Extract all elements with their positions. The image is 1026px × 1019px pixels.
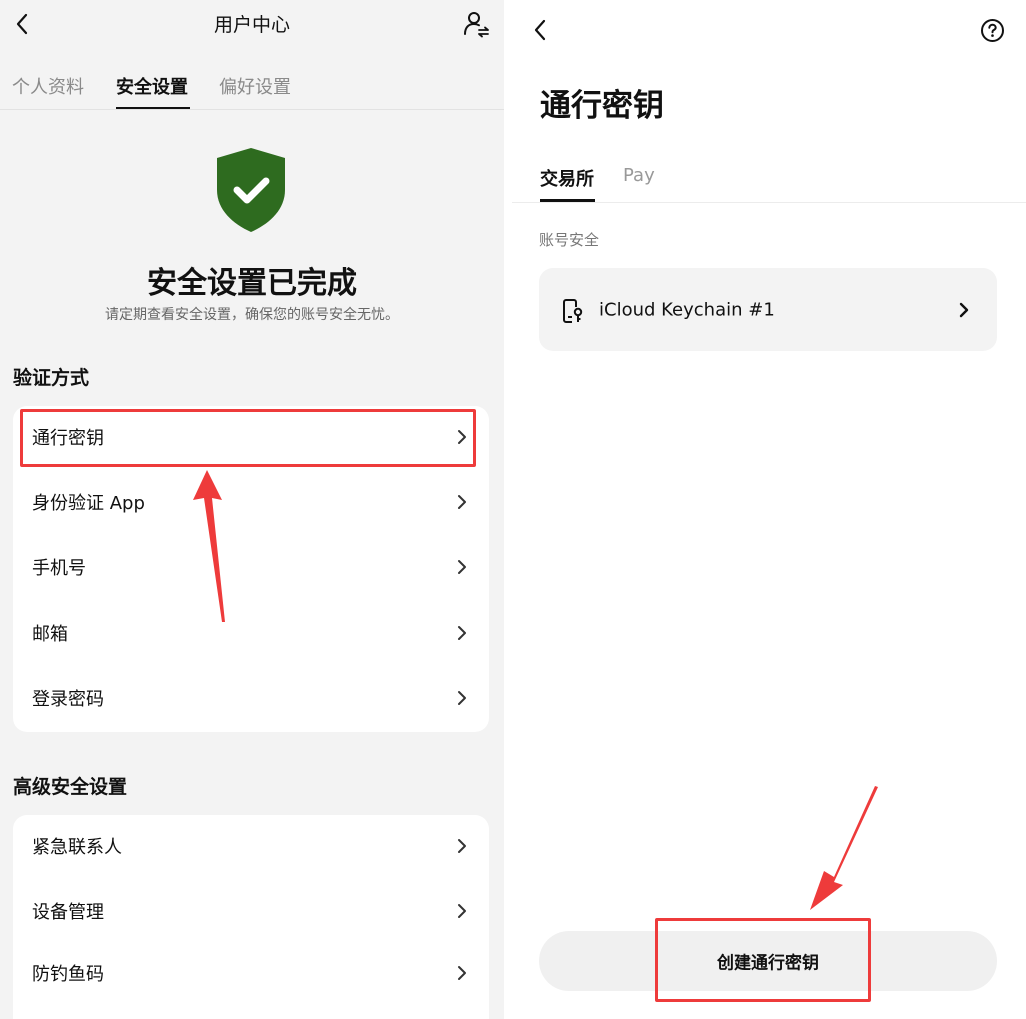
list-item-email[interactable]: 邮箱	[13, 602, 489, 664]
chevron-right-icon	[457, 559, 467, 575]
chevron-right-icon	[457, 965, 467, 981]
tab-preferences[interactable]: 偏好设置	[219, 73, 291, 99]
list-item-label: 防钓鱼码	[32, 964, 104, 985]
back-arrow-icon[interactable]	[532, 19, 548, 41]
advanced-security-heading: 高级安全设置	[13, 776, 128, 798]
panel-gap	[504, 0, 512, 1019]
tab-exchange[interactable]: 交易所	[540, 165, 594, 191]
page-title: 用户中心	[213, 14, 290, 36]
chevron-right-icon	[457, 690, 467, 706]
chevron-right-icon	[457, 494, 467, 510]
shield-check-icon	[215, 146, 287, 234]
list-item-label: 手机号	[32, 558, 86, 579]
annotation-arrow	[802, 785, 892, 919]
passkey-list-item[interactable]: iCloud Keychain #1	[539, 268, 997, 351]
tabs-divider	[512, 202, 1026, 203]
list-item-emergency-contact[interactable]: 紧急联系人	[13, 815, 489, 877]
device-key-icon	[562, 298, 584, 324]
highlight-box	[655, 918, 871, 1002]
list-item-device-management[interactable]: 设备管理	[13, 880, 489, 942]
security-complete-subtitle: 请定期查看安全设置，确保您的账号安全无忧。	[105, 307, 399, 323]
passkey-panel: 通行密钥 交易所 Pay 账号安全 iCloud Keychain #1 创建通…	[512, 0, 1026, 1019]
tab-security[interactable]: 安全设置	[116, 73, 188, 99]
tab-pay[interactable]: Pay	[623, 165, 655, 186]
highlight-box	[20, 409, 476, 467]
user-center-panel: 用户中心 个人资料 安全设置 偏好设置 安全设置已完成 请定期查看安全设置，确保…	[0, 0, 504, 1019]
list-item-authenticator-app[interactable]: 身份验证 App	[13, 471, 489, 533]
list-item-label: 设备管理	[32, 902, 104, 923]
chevron-right-icon	[457, 838, 467, 854]
chevron-right-icon	[457, 625, 467, 641]
verification-heading: 验证方式	[13, 367, 90, 389]
page-title: 通行密钥	[540, 88, 664, 124]
annotation-arrow	[190, 470, 240, 634]
tab-profile[interactable]: 个人资料	[12, 73, 84, 99]
list-item-label: 身份验证 App	[32, 493, 145, 514]
list-item-phone[interactable]: 手机号	[13, 536, 489, 598]
help-circle-icon[interactable]	[980, 18, 1005, 43]
section-label: 账号安全	[539, 231, 600, 249]
user-switch-icon[interactable]	[462, 10, 490, 38]
list-item-anti-phishing-code[interactable]: 防钓鱼码	[13, 942, 489, 1004]
security-complete-title: 安全设置已完成	[147, 266, 357, 301]
tabs-divider	[0, 109, 504, 110]
chevron-right-icon	[959, 302, 969, 318]
list-item-label: 登录密码	[32, 689, 104, 710]
list-item-label: 邮箱	[32, 624, 68, 645]
list-item-login-password[interactable]: 登录密码	[13, 667, 489, 729]
chevron-right-icon	[457, 903, 467, 919]
passkey-label: iCloud Keychain #1	[599, 299, 775, 320]
list-item-label: 紧急联系人	[32, 837, 122, 858]
advanced-security-card: 紧急联系人 设备管理 防钓鱼码	[13, 815, 489, 1019]
